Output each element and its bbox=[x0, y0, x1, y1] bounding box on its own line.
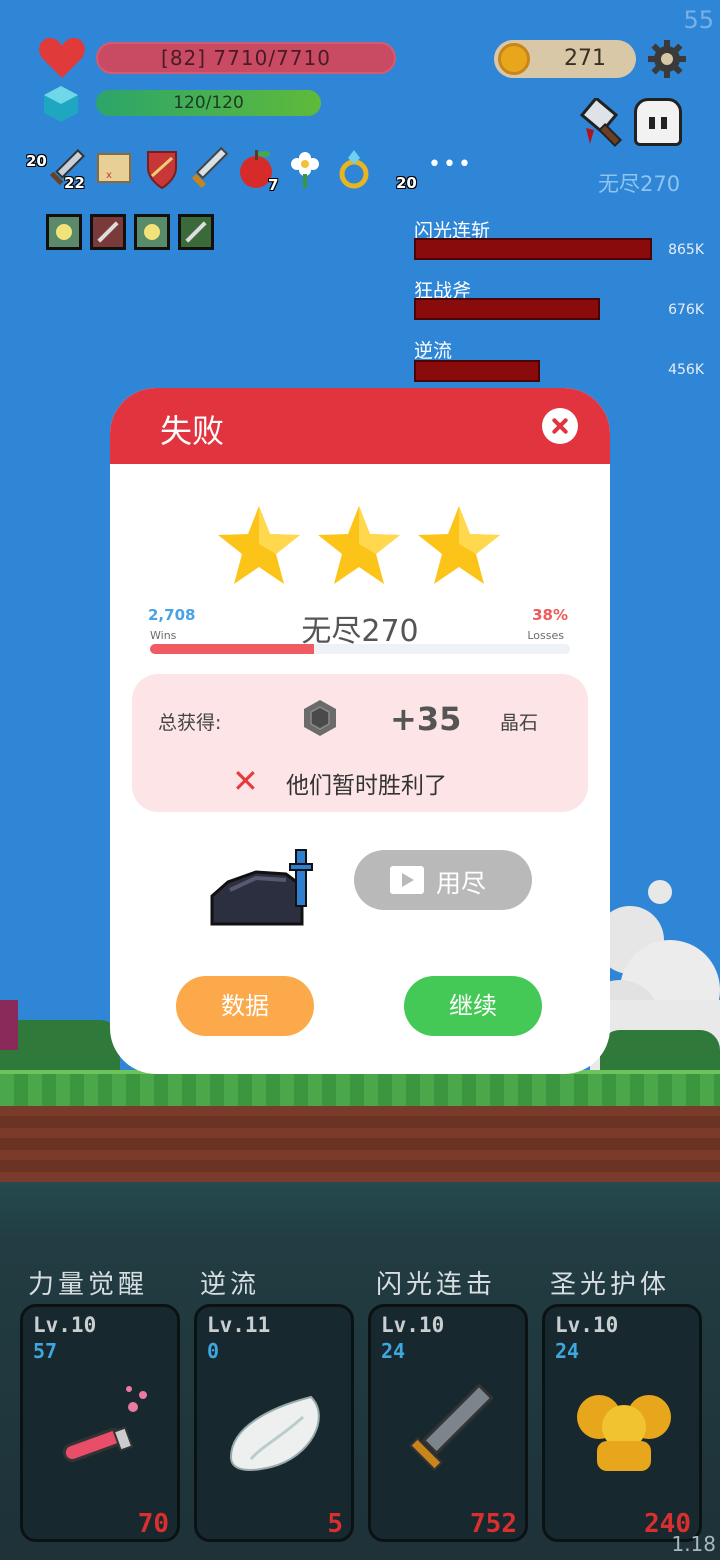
skill-cost: 70 bbox=[137, 1509, 169, 1539]
svg-text:x: x bbox=[106, 170, 112, 181]
loss-label: Losses bbox=[527, 629, 564, 642]
skill-count: 24 bbox=[555, 1339, 580, 1363]
data-button[interactable]: 数据 bbox=[176, 976, 314, 1036]
video-icon bbox=[390, 866, 424, 894]
buff-icon bbox=[178, 214, 214, 250]
heart-icon bbox=[39, 38, 85, 78]
skill-cost: 5 bbox=[327, 1509, 343, 1539]
sword-icon bbox=[409, 1383, 494, 1471]
ring-item-icon[interactable] bbox=[336, 146, 372, 192]
cross-icon: ✕ bbox=[232, 762, 259, 800]
enemy-edge bbox=[0, 1000, 18, 1050]
damage-skill-name: 逆流 bbox=[414, 340, 453, 362]
skill-level: Lv.10 bbox=[555, 1313, 619, 1337]
skill-card-flash-strike[interactable]: Lv.10 24 752 bbox=[368, 1304, 528, 1542]
dialog-title: 失败 bbox=[160, 412, 225, 450]
buff-icon bbox=[134, 214, 170, 250]
result-message: 他们暂时胜利了 bbox=[286, 773, 447, 799]
star-icon bbox=[318, 506, 400, 584]
skill-level: Lv.10 bbox=[33, 1313, 97, 1337]
defeat-dialog: 失败 2,708 Wins 无尽270 38% Losses 总获得: +35 … bbox=[110, 388, 610, 1074]
reward-amount: +35 bbox=[390, 700, 462, 738]
win-loss-progress bbox=[150, 644, 570, 654]
wing-icon bbox=[229, 1395, 320, 1471]
skill-cost: 752 bbox=[470, 1509, 517, 1539]
potion-icon bbox=[62, 1386, 147, 1463]
dialog-header: 失败 bbox=[110, 388, 610, 464]
hp-bar: [82] 7710/7710 bbox=[96, 42, 396, 74]
fps-counter: 55 bbox=[683, 6, 714, 34]
damage-value: 865K bbox=[668, 242, 704, 258]
dirt-ground bbox=[0, 1106, 720, 1182]
shield-item-icon[interactable] bbox=[144, 146, 180, 192]
endless-stage-label: 无尽270 bbox=[598, 172, 681, 196]
star-icon bbox=[218, 506, 300, 584]
item-count: 20 bbox=[396, 174, 417, 192]
gear-icon[interactable] bbox=[648, 40, 686, 78]
reward-box: 总获得: +35 晶石 ✕ 他们暂时胜利了 bbox=[132, 674, 588, 812]
watch-ad-button[interactable]: 用尽 bbox=[354, 850, 532, 910]
damage-bar bbox=[414, 360, 540, 382]
ghost-icon bbox=[634, 98, 682, 146]
skill-card-reverse-flow[interactable]: Lv.11 0 5 bbox=[194, 1304, 354, 1542]
more-items-button[interactable]: ••• bbox=[428, 152, 473, 177]
flower-item-icon[interactable] bbox=[288, 146, 322, 192]
gold-counter: 271 bbox=[494, 40, 636, 78]
skill-title: 圣光护体 bbox=[550, 1270, 671, 1300]
helmet-icon bbox=[210, 849, 313, 926]
map-item-icon[interactable]: x bbox=[96, 146, 132, 192]
close-button[interactable] bbox=[542, 408, 578, 444]
mana-text: 120/120 bbox=[173, 93, 244, 113]
skill-title: 力量觉醒 bbox=[28, 1270, 149, 1300]
item-count: 20 bbox=[26, 152, 47, 170]
watch-ad-label: 用尽 bbox=[436, 869, 487, 898]
reward-unit: 晶石 bbox=[500, 712, 539, 734]
skill-level: Lv.11 bbox=[207, 1313, 271, 1337]
crystal-icon bbox=[304, 700, 336, 736]
blade-item-icon[interactable] bbox=[188, 146, 232, 192]
buff-icon bbox=[46, 214, 82, 250]
skill-count: 24 bbox=[381, 1339, 406, 1363]
star-icon bbox=[418, 506, 500, 584]
mana-bar: 120/120 bbox=[96, 90, 321, 116]
continue-button[interactable]: 继续 bbox=[404, 976, 542, 1036]
damage-bar bbox=[414, 298, 600, 320]
skill-count: 0 bbox=[207, 1339, 220, 1363]
skill-title: 闪光连击 bbox=[376, 1270, 497, 1300]
item-count: 7 bbox=[268, 176, 279, 194]
grass-ground bbox=[0, 1070, 720, 1106]
gold-amount: 271 bbox=[564, 46, 606, 71]
mana-gem-icon bbox=[44, 86, 78, 122]
item-count: 22 bbox=[64, 174, 85, 192]
cleaver-icon bbox=[579, 98, 623, 148]
reward-label: 总获得: bbox=[158, 712, 222, 734]
skill-card-holy-guard[interactable]: Lv.10 24 240 bbox=[542, 1304, 702, 1542]
hp-text: [82] 7710/7710 bbox=[161, 46, 331, 70]
damage-value: 456K bbox=[668, 362, 704, 378]
angel-icon bbox=[577, 1395, 671, 1471]
loss-percent: 38% bbox=[532, 606, 568, 624]
skill-count: 57 bbox=[33, 1339, 58, 1363]
skill-card-power-awaken[interactable]: Lv.10 57 70 bbox=[20, 1304, 180, 1542]
skill-level: Lv.10 bbox=[381, 1313, 445, 1337]
progress-fill bbox=[150, 644, 314, 654]
coin-icon bbox=[498, 43, 530, 75]
damage-value: 676K bbox=[668, 302, 704, 318]
buff-icon bbox=[90, 214, 126, 250]
skill-title: 逆流 bbox=[200, 1270, 261, 1300]
damage-bar bbox=[414, 238, 652, 260]
version-label: 1.18 bbox=[671, 1532, 716, 1556]
bush-decoration bbox=[0, 1020, 120, 1075]
